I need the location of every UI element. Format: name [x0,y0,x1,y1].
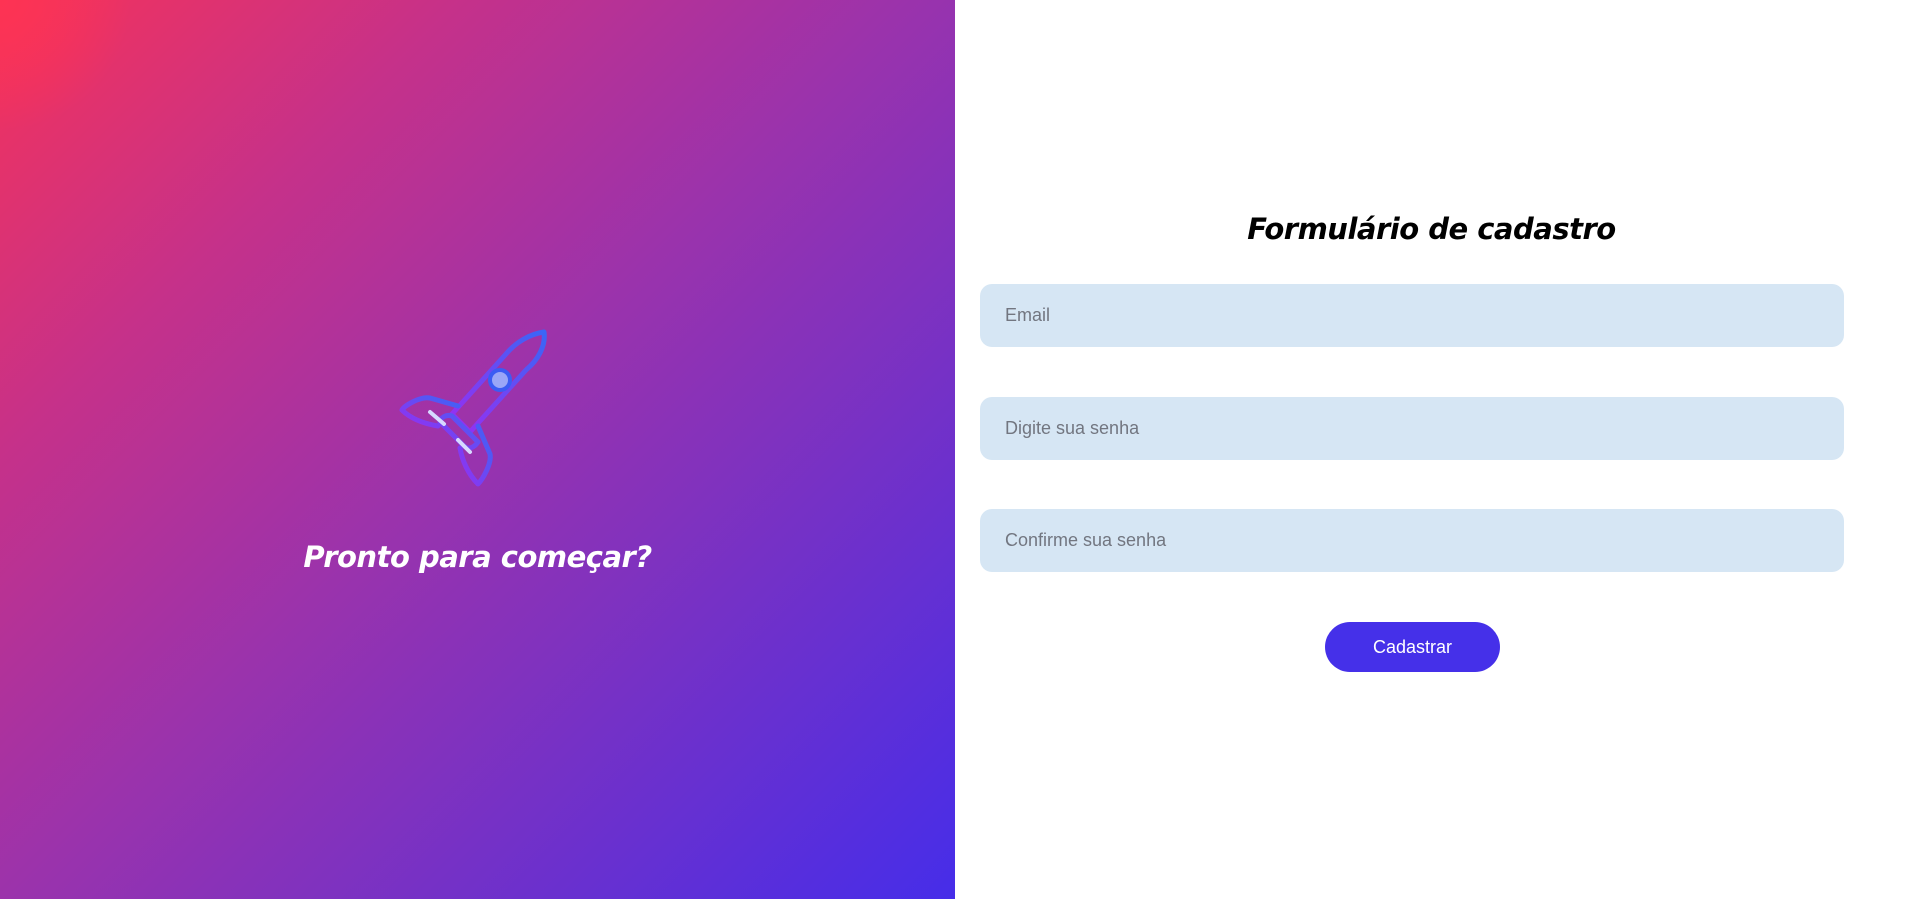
hero-panel: Pronto para começar? [0,0,955,899]
form-panel: Formulário de cadastro Cadastrar [955,0,1908,899]
hero-title: Pronto para começar? [303,540,652,574]
password-field[interactable] [980,397,1844,460]
signup-page: Pronto para começar? Formulário de cadas… [0,0,1908,899]
rocket-icon [399,329,547,487]
submit-button[interactable]: Cadastrar [1325,622,1500,672]
confirm-password-field[interactable] [980,509,1844,572]
email-field[interactable] [980,284,1844,347]
form-title: Formulário de cadastro [1247,212,1616,246]
